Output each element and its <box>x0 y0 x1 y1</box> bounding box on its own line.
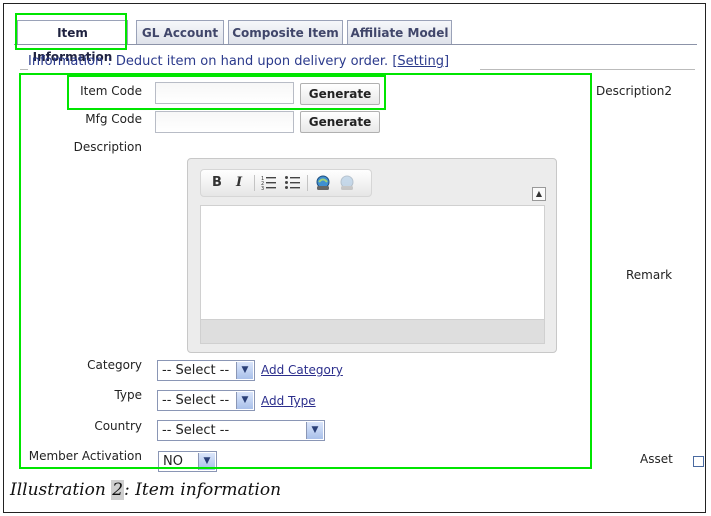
rich-text-editor: B I 123 ▲ <box>187 158 557 353</box>
item-code-input[interactable] <box>155 82 294 104</box>
country-select[interactable]: -- Select -- ▼ <box>157 420 325 441</box>
type-select[interactable]: -- Select -- ▼ <box>157 390 255 411</box>
editor-toolbar: B I 123 <box>200 169 372 197</box>
country-label: Country <box>94 419 142 433</box>
unlink-icon[interactable] <box>337 174 357 192</box>
description-editor-area[interactable] <box>200 205 545 320</box>
tab-item-information[interactable]: Item Information <box>17 20 128 64</box>
item-code-label: Item Code <box>80 84 142 98</box>
type-label: Type <box>114 388 142 402</box>
toolbar-separator <box>307 175 308 191</box>
member-activation-label: Member Activation <box>28 449 142 463</box>
unordered-list-icon[interactable] <box>283 174 303 192</box>
tab-affiliate-model[interactable]: Affiliate Model <box>347 20 452 44</box>
chevron-down-icon: ▼ <box>198 453 215 470</box>
caption-prefix: Illustration <box>10 480 106 500</box>
chevron-down-icon: ▼ <box>236 362 253 379</box>
mfg-code-input[interactable] <box>155 111 294 133</box>
link-icon[interactable] <box>313 174 333 192</box>
mfg-code-generate-button[interactable]: Generate <box>300 111 380 133</box>
category-label: Category <box>87 358 142 372</box>
italic-icon[interactable]: I <box>229 174 249 192</box>
member-activation-selected-value: NO <box>163 454 183 469</box>
chevron-down-icon: ▼ <box>236 392 253 409</box>
remark-label: Remark <box>626 268 673 282</box>
bold-icon[interactable]: B <box>207 174 227 192</box>
item-code-generate-button[interactable]: Generate <box>300 83 380 105</box>
fieldset-border-left <box>20 69 28 70</box>
add-category-link[interactable]: Add Category <box>261 363 343 377</box>
toolbar-separator <box>254 175 255 191</box>
caption-suffix: : Item information <box>124 480 282 500</box>
category-select[interactable]: -- Select -- ▼ <box>157 360 255 381</box>
setting-link[interactable]: [Setting] <box>392 54 449 69</box>
type-selected-value: -- Select -- <box>162 393 230 408</box>
asset-label: Asset <box>640 452 673 466</box>
ordered-list-icon[interactable]: 123 <box>259 174 279 192</box>
caption-number: 2 <box>111 480 125 500</box>
fieldset-border-right <box>480 69 695 70</box>
editor-status-bar <box>200 320 545 344</box>
tab-gl-account[interactable]: GL Account <box>136 20 224 44</box>
member-activation-select[interactable]: NO ▼ <box>158 451 217 472</box>
description2-label: Description2 <box>596 84 672 98</box>
country-selected-value: -- Select -- <box>162 423 230 438</box>
tab-composite-item[interactable]: Composite Item <box>228 20 343 44</box>
mfg-code-label: Mfg Code <box>85 112 142 126</box>
info-text: Information : Deduct item on hand upon d… <box>28 54 389 69</box>
collapse-toolbar-icon[interactable]: ▲ <box>532 187 546 201</box>
description-label: Description <box>73 140 142 154</box>
info-message: Information : Deduct item on hand upon d… <box>28 54 449 69</box>
svg-text:3: 3 <box>261 186 264 190</box>
category-selected-value: -- Select -- <box>162 363 230 378</box>
asset-checkbox[interactable] <box>693 456 704 467</box>
illustration-caption: Illustration 2: Item information <box>10 480 281 500</box>
add-type-link[interactable]: Add Type <box>261 394 316 408</box>
tab-strip-divider <box>14 44 697 45</box>
chevron-down-icon: ▼ <box>306 422 323 439</box>
